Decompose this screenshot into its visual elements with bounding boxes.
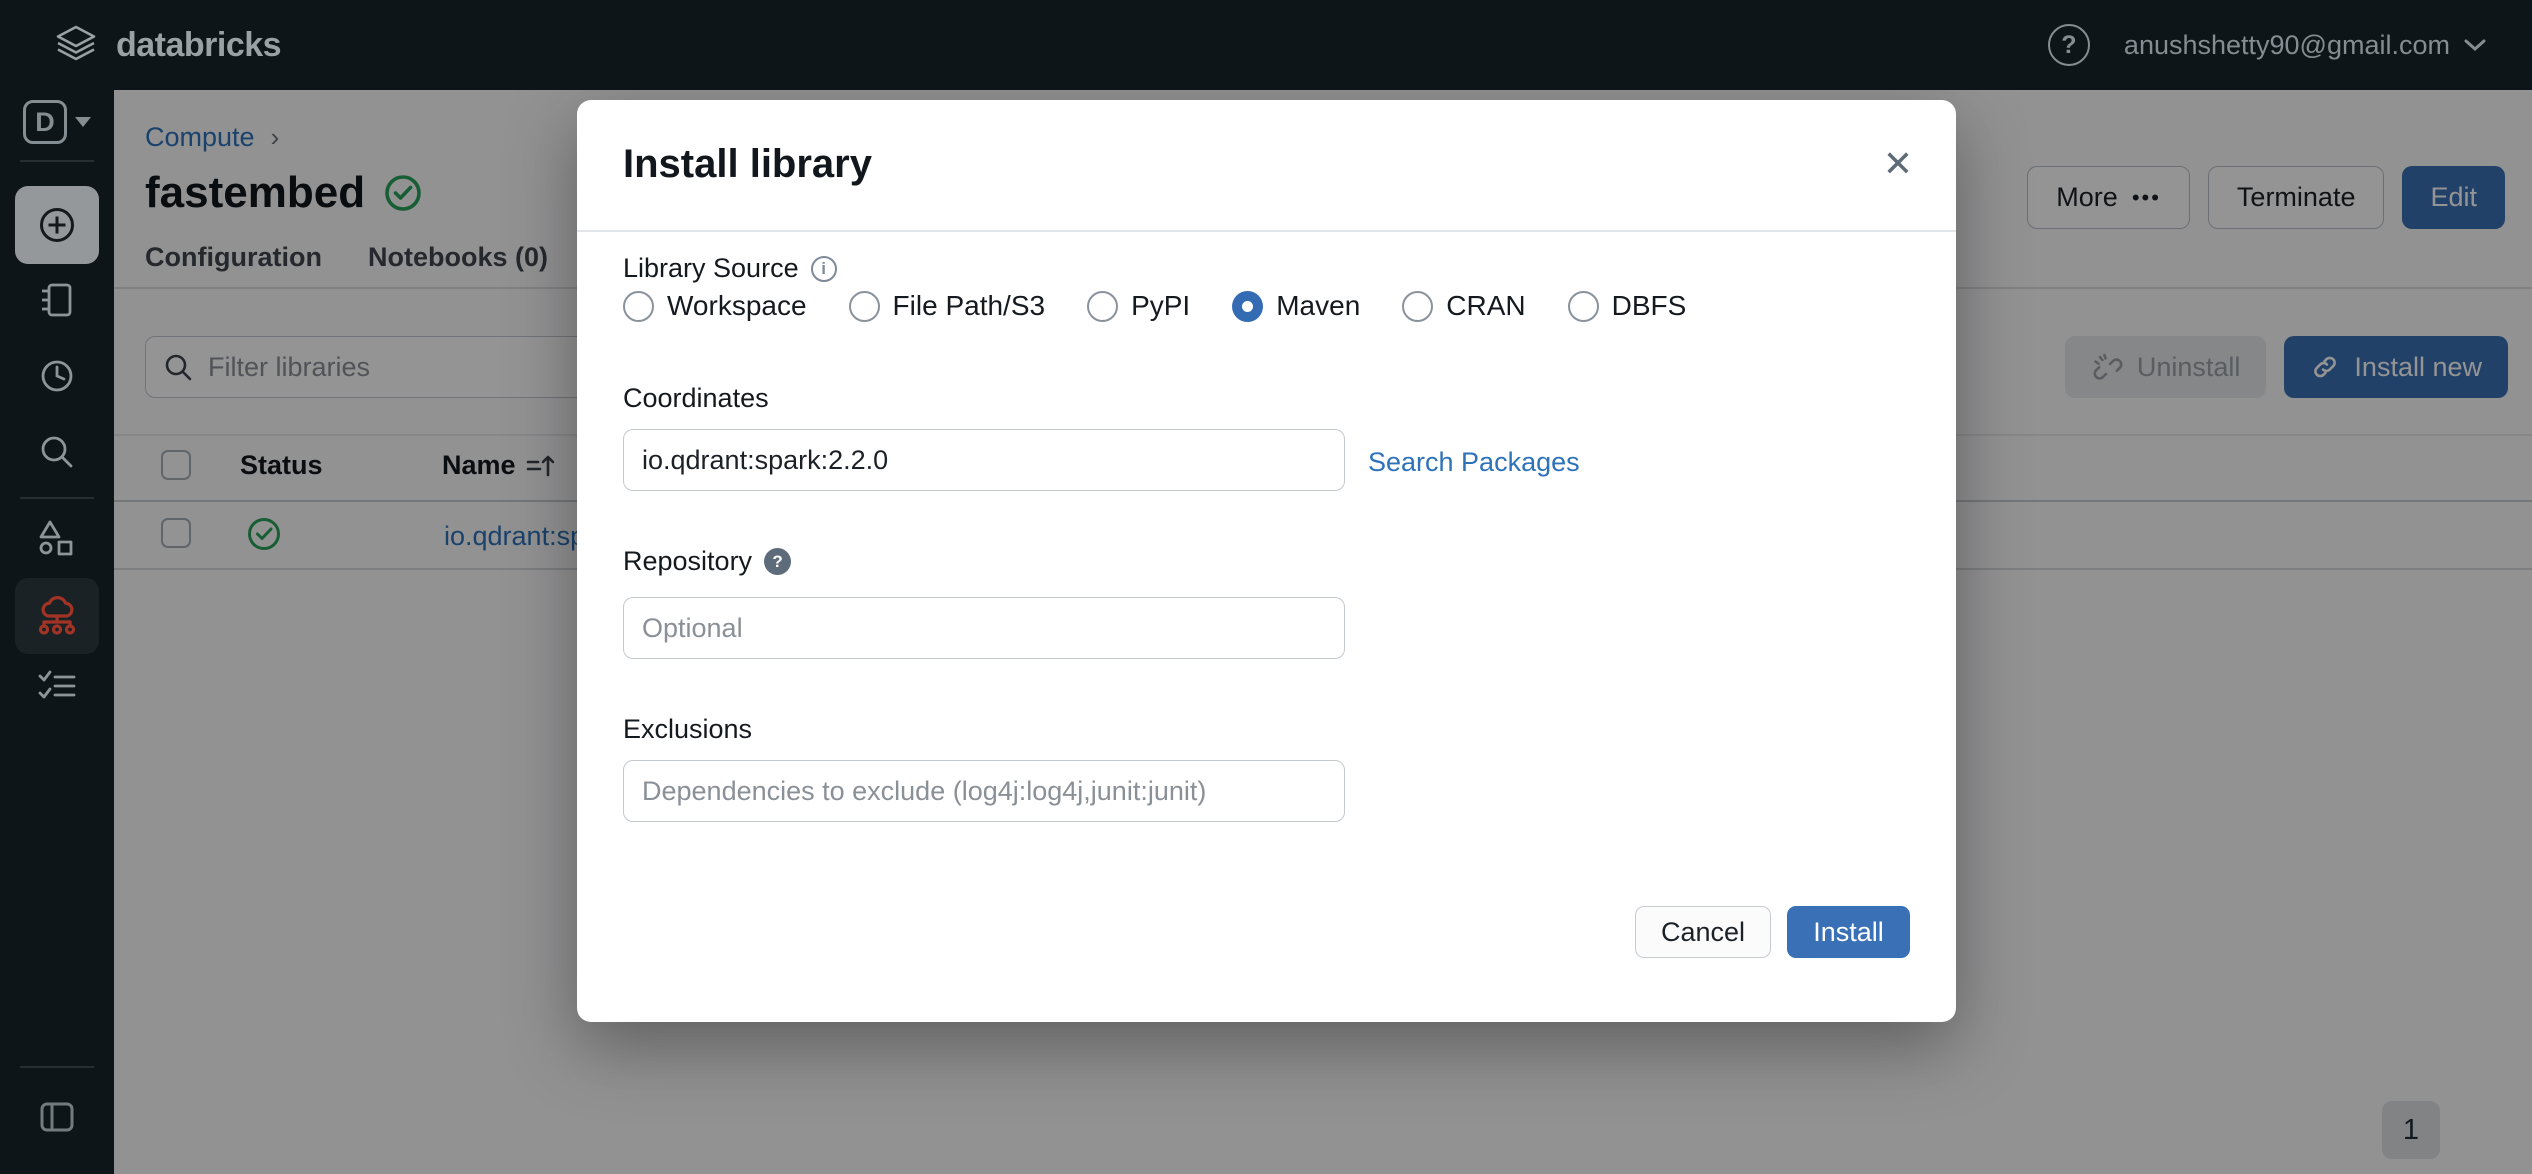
account-email: anushshetty90@gmail.com [2124,30,2450,61]
repository-label: Repository [623,546,752,577]
brand-wordmark: databricks [116,26,281,65]
databricks-logo[interactable]: databricks [0,23,281,67]
sidebar-item-data[interactable] [0,517,114,559]
modal-title: Install library [623,142,872,187]
caret-down-icon [75,117,91,127]
help-icon[interactable]: ? [2048,24,2090,66]
cancel-button[interactable]: Cancel [1635,906,1771,958]
radio-circle-icon [1402,291,1433,322]
search-packages-link[interactable]: Search Packages [1368,447,1580,478]
sidebar-item-workflows[interactable] [0,668,114,704]
radio-cran-label: CRAN [1446,290,1525,322]
shapes-icon [36,517,78,559]
modal-footer: Cancel Install [577,906,1910,958]
install-button[interactable]: Install [1787,906,1910,958]
workspace-d-icon: D [23,100,67,144]
panel-toggle-icon [37,1099,77,1135]
checklist-icon [36,668,78,704]
sidebar-divider [20,1066,94,1068]
radio-circle-icon [849,291,880,322]
clock-icon [37,356,77,396]
sidebar-item-workspace[interactable] [0,280,114,320]
plus-circle-icon [34,202,80,248]
coordinates-input[interactable] [623,429,1345,491]
sidebar-item-search[interactable] [0,432,114,472]
sidebar-item-workspace-switcher[interactable]: D [0,100,114,144]
library-source-label: Library Source [623,253,799,284]
exclusions-input[interactable] [623,760,1345,822]
topbar: databricks ? anushshetty90@gmail.com [0,0,2532,90]
radio-workspace-label: Workspace [667,290,807,322]
topbar-right: ? anushshetty90@gmail.com [2048,24,2532,66]
sidebar-divider [20,160,94,162]
radio-workspace[interactable]: Workspace [623,290,807,322]
sidebar-divider [20,497,94,499]
repository-label-row: Repository ? [623,546,791,577]
radio-dbfs[interactable]: DBFS [1568,290,1687,322]
notebook-icon [37,280,77,320]
radio-selected-icon [1232,291,1263,322]
modal-header-divider [577,230,1956,232]
repository-input[interactable] [623,597,1345,659]
sidebar-item-recents[interactable] [0,356,114,396]
sidebar-collapse-toggle[interactable] [0,1099,114,1135]
coordinates-label: Coordinates [623,383,769,414]
databricks-logo-icon [52,23,100,67]
radio-dbfs-label: DBFS [1612,290,1687,322]
radio-pypi[interactable]: PyPI [1087,290,1190,322]
compute-cluster-icon [35,595,79,637]
library-source-radio-group: Workspace File Path/S3 PyPI Maven CRAN D… [623,290,1686,322]
question-help-icon[interactable]: ? [764,548,791,575]
sidebar-item-compute[interactable] [0,578,114,654]
chevron-down-icon [2464,38,2486,52]
radio-file-path-s3[interactable]: File Path/S3 [849,290,1046,322]
sidebar-item-new[interactable] [0,186,114,264]
radio-circle-icon [623,291,654,322]
info-icon[interactable]: i [811,256,837,282]
library-source-label-row: Library Source i [623,253,837,284]
radio-maven[interactable]: Maven [1232,290,1360,322]
radio-circle-icon [1568,291,1599,322]
radio-maven-label: Maven [1276,290,1360,322]
close-icon[interactable]: ✕ [1872,138,1924,190]
radio-cran[interactable]: CRAN [1402,290,1525,322]
databricks-app: databricks ? anushshetty90@gmail.com D [0,0,2532,1174]
account-menu[interactable]: anushshetty90@gmail.com [2124,30,2486,61]
radio-pypi-label: PyPI [1131,290,1190,322]
install-library-modal: Install library ✕ Library Source i Works… [577,100,1956,1022]
sidebar: D [0,90,114,1174]
search-icon [37,432,77,472]
radio-circle-icon [1087,291,1118,322]
exclusions-label: Exclusions [623,714,752,745]
radio-file-path-s3-label: File Path/S3 [893,290,1046,322]
